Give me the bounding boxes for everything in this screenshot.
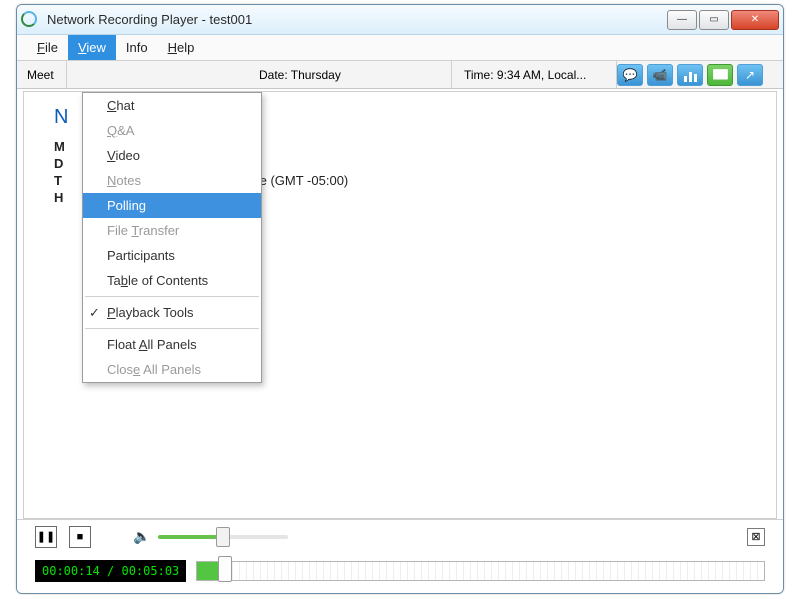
minimize-button[interactable]: — — [667, 10, 697, 30]
content-area: N 01 M211 D TLocal Time (GMT -05:00) Ha … — [23, 91, 777, 519]
close-button[interactable]: ✕ — [731, 10, 779, 30]
panel-toggle-toolbar: 💬 📹 ▇▇ ↗ — [617, 64, 771, 86]
view-menu-dropdown: Chat Q&A Video Notes Polling File Transf… — [82, 92, 262, 383]
chat-bubble-icon: 💬 — [623, 68, 638, 82]
window-title: Network Recording Player - test001 — [47, 12, 667, 27]
menu-item-playback-tools[interactable]: Playback Tools — [83, 300, 261, 325]
menu-item-qa[interactable]: Q&A — [83, 118, 261, 143]
app-icon — [21, 11, 39, 29]
menubar: File View Info Help — [17, 35, 783, 61]
playback-controls-row: ❚❚ ■ 🔈 ⊠ — [17, 519, 783, 553]
menu-item-close-all[interactable]: Close All Panels — [83, 357, 261, 382]
share-arrow-icon: ↗ — [745, 68, 755, 82]
menu-info[interactable]: Info — [116, 35, 158, 60]
window-buttons: — ▭ ✕ — [667, 10, 779, 30]
timeline-fill — [197, 562, 220, 580]
timeline-row: 00:00:14 / 00:05:03 — [17, 553, 783, 589]
menu-item-chat[interactable]: Chat — [83, 93, 261, 118]
time-display: 00:00:14 / 00:05:03 — [35, 560, 186, 582]
people-grid-icon: ▇▇ — [713, 69, 726, 80]
menu-file[interactable]: File — [27, 35, 68, 60]
participants-panel-button[interactable]: ▇▇ — [707, 64, 733, 86]
infobar-time: Time: 9:34 AM, Local... — [452, 61, 617, 88]
menu-item-toc[interactable]: Table of Contents — [83, 268, 261, 293]
panel-close-button[interactable]: ⊠ — [747, 528, 765, 546]
video-camera-icon: 📹 — [653, 68, 668, 82]
pause-button[interactable]: ❚❚ — [35, 526, 57, 548]
menu-separator — [85, 296, 259, 297]
speaker-icon[interactable]: 🔈 — [133, 528, 150, 545]
volume-slider[interactable] — [158, 535, 288, 539]
playback-bar: ❚❚ ■ 🔈 ⊠ 00:00:14 / 00:05:03 — [17, 519, 783, 593]
chat-panel-button[interactable]: 💬 — [617, 64, 643, 86]
menu-item-participants[interactable]: Participants — [83, 243, 261, 268]
video-panel-button[interactable]: 📹 — [647, 64, 673, 86]
infobar-date: Date: Thursday — [247, 61, 452, 88]
menu-item-polling[interactable]: Polling — [83, 193, 261, 218]
infobar-gap — [67, 61, 247, 88]
poll-panel-button[interactable] — [677, 64, 703, 86]
infobar-meeting: Meet — [17, 61, 67, 88]
menu-view[interactable]: View — [68, 35, 116, 60]
menu-separator — [85, 328, 259, 329]
menu-help[interactable]: Help — [158, 35, 205, 60]
timeline-thumb[interactable] — [218, 556, 232, 582]
infobar: Meet Date: Thursday Time: 9:34 AM, Local… — [17, 61, 783, 89]
pause-icon: ❚❚ — [37, 530, 55, 543]
menu-item-float-all[interactable]: Float All Panels — [83, 332, 261, 357]
maximize-button[interactable]: ▭ — [699, 10, 729, 30]
stop-icon: ■ — [77, 531, 84, 543]
stop-button[interactable]: ■ — [69, 526, 91, 548]
menu-item-file-transfer[interactable]: File Transfer — [83, 218, 261, 243]
menu-item-notes[interactable]: Notes — [83, 168, 261, 193]
share-panel-button[interactable]: ↗ — [737, 64, 763, 86]
volume-thumb[interactable] — [216, 527, 230, 547]
app-window: Network Recording Player - test001 — ▭ ✕… — [16, 4, 784, 594]
volume-control: 🔈 — [133, 528, 288, 545]
titlebar: Network Recording Player - test001 — ▭ ✕ — [17, 5, 783, 35]
timeline-slider[interactable] — [196, 561, 765, 581]
volume-fill — [158, 535, 217, 539]
close-icon: ⊠ — [751, 530, 760, 543]
menu-item-video[interactable]: Video — [83, 143, 261, 168]
bar-chart-icon — [683, 68, 698, 82]
